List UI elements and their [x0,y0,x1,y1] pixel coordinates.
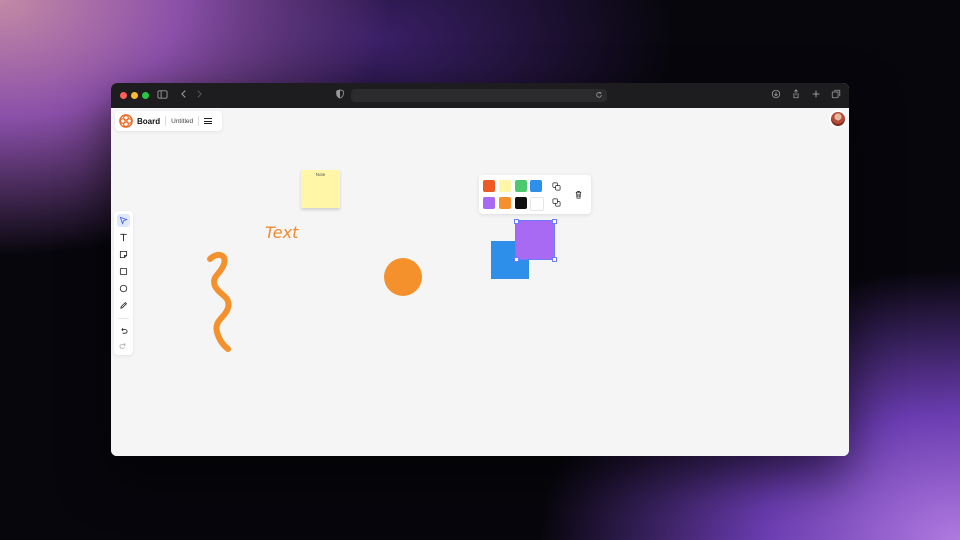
address-bar[interactable] [351,89,607,102]
undo-button[interactable] [117,324,130,337]
tool-palette [114,211,133,355]
send-backward-button[interactable] [551,197,561,207]
app-brand: Board [137,116,161,126]
note-tool[interactable] [117,248,130,261]
purple-square-shape-selected[interactable] [515,220,555,260]
ellipse-tool[interactable] [117,282,130,295]
document-title[interactable]: Untitled [171,118,193,125]
pen-tool[interactable] [117,299,130,312]
whiteboard-canvas[interactable]: Board Untitled Note Text [111,108,849,456]
toolbar-divider [118,318,129,319]
menu-icon[interactable] [204,117,213,125]
color-palette-popover [479,175,591,214]
send-backward-icon [552,198,560,206]
bring-forward-icon [552,182,560,190]
board-logo-icon [119,114,133,128]
user-avatar[interactable] [831,112,845,126]
app-header: Board Untitled [115,111,222,131]
sticky-note[interactable]: Note [301,170,340,208]
pointer-icon [119,216,128,225]
forward-icon[interactable] [192,89,205,102]
resize-handle[interactable] [514,219,519,224]
rectangle-tool[interactable] [117,265,130,278]
browser-titlebar [111,83,849,108]
bring-forward-button[interactable] [551,181,561,191]
color-swatch[interactable] [530,180,542,192]
resize-handle[interactable] [552,219,557,224]
trash-icon [575,190,581,198]
header-divider [165,116,167,126]
back-icon[interactable] [177,89,190,102]
color-swatch[interactable] [499,180,511,192]
freehand-stroke[interactable] [201,248,241,358]
reload-icon[interactable] [592,89,605,102]
color-swatch[interactable] [515,197,527,209]
color-swatch[interactable] [530,197,544,211]
download-icon[interactable] [769,89,782,102]
color-swatch[interactable] [483,197,495,209]
text-object[interactable]: Text [265,223,298,242]
delete-button[interactable] [573,189,583,199]
rectangle-icon [119,267,128,276]
sticky-note-text: Note [315,172,326,177]
browser-window: Board Untitled Note Text [111,83,849,456]
text-icon [120,233,127,242]
new-tab-icon[interactable] [809,89,822,102]
share-icon[interactable] [789,89,802,102]
color-swatch[interactable] [515,180,527,192]
sidebar-toggle-icon[interactable] [156,89,169,102]
sticky-note-icon [119,250,128,259]
circle-shape[interactable] [384,258,422,296]
color-swatch[interactable] [499,197,511,209]
color-swatch[interactable] [483,180,495,192]
select-tool[interactable] [117,214,130,227]
redo-icon [119,342,126,349]
header-divider [198,116,200,126]
redo-button[interactable] [117,339,130,352]
tab-overview-icon[interactable] [829,89,842,102]
undo-icon [121,327,128,334]
shield-icon[interactable] [333,89,346,102]
minimize-window-button[interactable] [131,92,138,99]
close-window-button[interactable] [120,92,127,99]
maximize-window-button[interactable] [142,92,149,99]
resize-handle[interactable] [552,257,557,262]
pencil-icon [120,301,128,309]
resize-handle[interactable] [514,257,519,262]
circle-icon [119,284,128,293]
text-tool[interactable] [117,231,130,244]
